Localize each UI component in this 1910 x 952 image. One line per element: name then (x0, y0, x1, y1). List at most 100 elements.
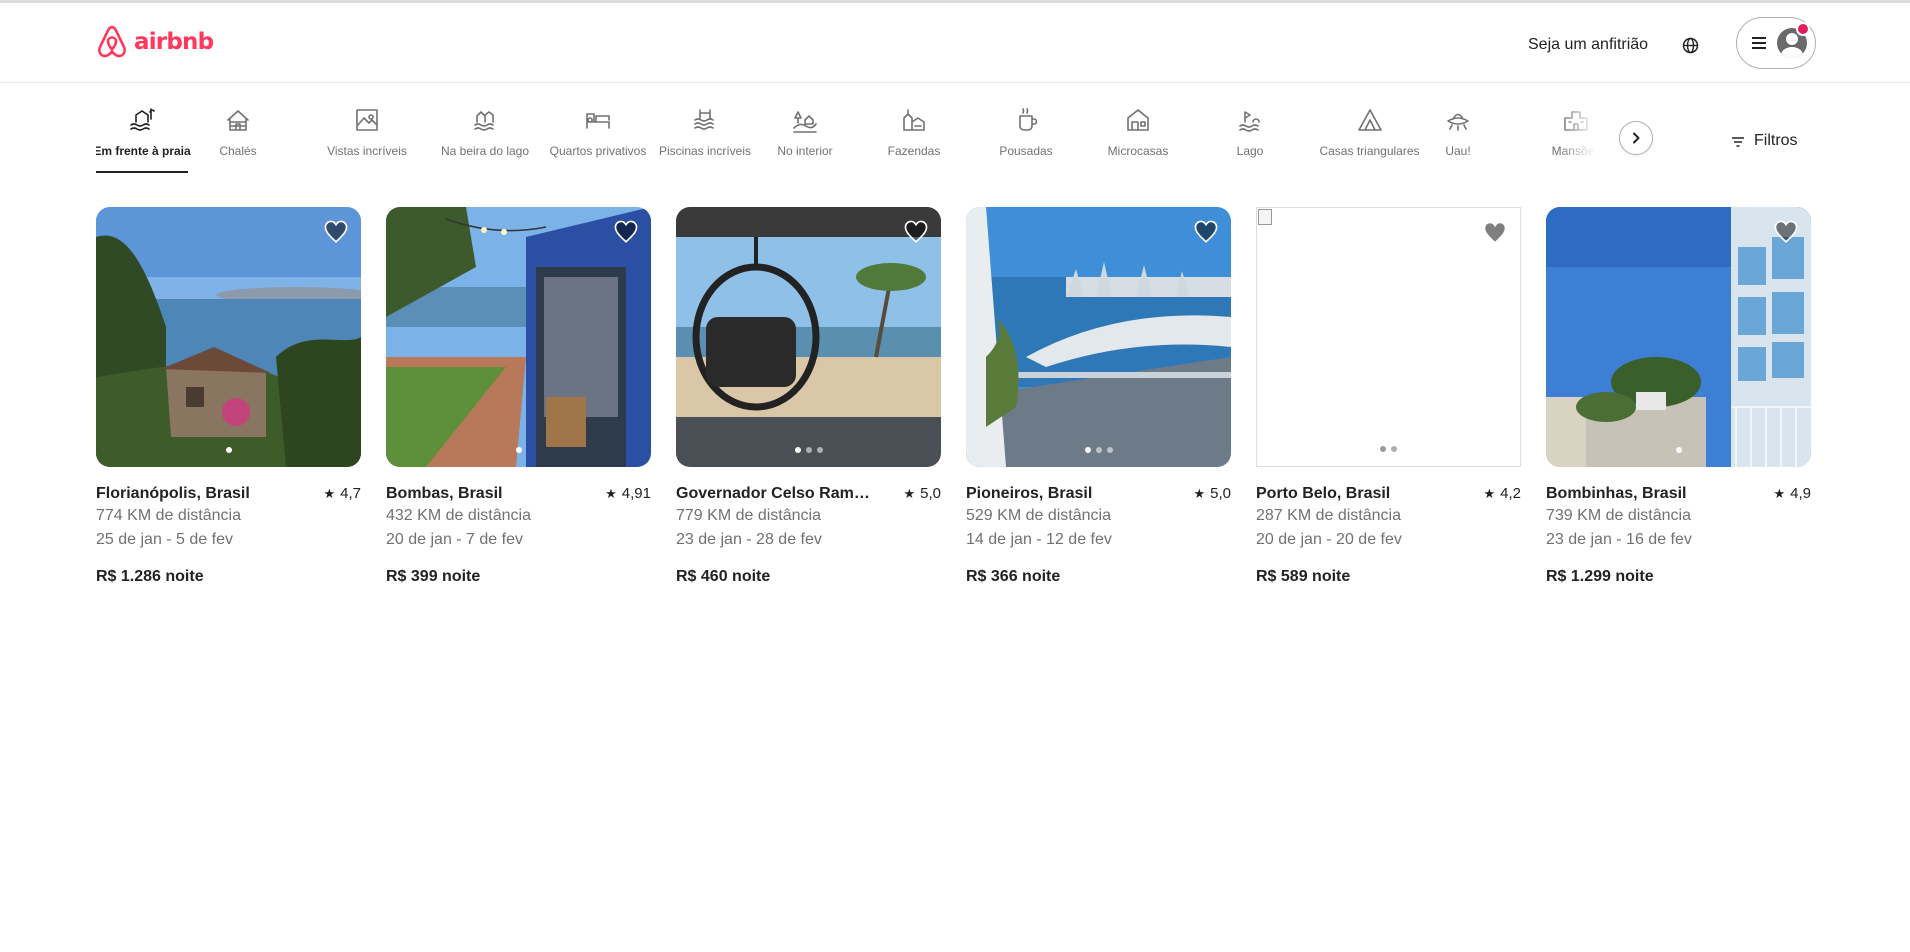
photo-indicator-dot (1095, 447, 1102, 453)
listing-distance: 529 KM de distância (966, 507, 1111, 524)
listing-rating: ★ 4,91 (605, 484, 651, 504)
lake-icon (1239, 111, 1260, 132)
star-icon: ★ (323, 486, 336, 501)
listing-dates: 20 de jan - 7 de fev (386, 531, 523, 548)
category-label: Fazendas (887, 144, 941, 158)
photo-indicator-dot (816, 447, 823, 453)
listing-card[interactable]: Governador Celso Ramo... ★ 5,0 779 KM de… (676, 207, 941, 586)
listing-price: R$ 1.299 noite (1546, 568, 1654, 585)
become-host-link[interactable]: Seja um anfitrião (1522, 29, 1654, 61)
category-cabin[interactable]: Chalés (208, 100, 268, 180)
lakefront-icon (474, 111, 494, 131)
category-label: Uau! (1445, 144, 1471, 158)
photo-indicators (676, 447, 941, 453)
listing-price: R$ 460 noite (676, 568, 771, 585)
favorite-heart-icon[interactable] (903, 219, 929, 245)
listing-photo-carousel[interactable] (96, 207, 361, 467)
favorite-heart-icon[interactable] (323, 219, 349, 245)
category-private-room[interactable]: Quartos privativos (549, 100, 647, 180)
listing-photo (96, 207, 361, 467)
listing-info: Bombas, Brasil ★ 4,91 432 KM de distânci… (386, 484, 651, 586)
listing-title: Bombas, Brasil (386, 485, 503, 502)
listing-distance: 739 KM de distância (1546, 507, 1691, 524)
rating-value: 4,91 (621, 485, 651, 502)
photo-indicator-dot (515, 447, 522, 453)
rating-value: 5,0 (1210, 485, 1231, 502)
photo-indicator-dot (225, 447, 232, 453)
listing-rating: ★ 5,0 (1193, 484, 1231, 504)
photo-indicator-dot (1380, 446, 1386, 452)
listing-card[interactable]: Florianópolis, Brasil ★ 4,7 774 KM de di… (96, 207, 361, 586)
listing-photo-carousel[interactable] (1546, 207, 1811, 467)
omg-ufo-icon (1447, 113, 1469, 131)
favorite-heart-icon[interactable] (1773, 219, 1799, 245)
listing-distance: 287 KM de distância (1256, 507, 1401, 524)
photo-indicator-dot (1675, 447, 1682, 453)
category-beachfront[interactable]: Em frente à praia (96, 100, 191, 180)
beachfront-icon (130, 108, 155, 131)
listing-card[interactable]: Pioneiros, Brasil ★ 5,0 529 KM de distân… (966, 207, 1231, 586)
favorite-heart-icon[interactable] (613, 219, 639, 245)
photo-indicators (96, 447, 361, 453)
category-tiny-home[interactable]: Microcasas (1106, 100, 1170, 180)
listing-dates: 23 de jan - 16 de fev (1546, 531, 1692, 548)
category-label: Na beira do lago (440, 144, 530, 158)
chevron-right-icon (1633, 132, 1640, 144)
category-bed-and-breakfast[interactable]: Pousadas (996, 100, 1056, 180)
category-label: Piscinas incríveis (658, 144, 752, 158)
category-bar: Em frente à praia Chalés Vistas incrívei… (96, 100, 1656, 180)
category-lake[interactable]: Lago (1230, 100, 1270, 180)
filters-button[interactable]: Filtros (1720, 122, 1808, 160)
category-a-frame[interactable]: Casas triangulares (1319, 100, 1420, 180)
notification-badge (1796, 22, 1810, 36)
category-label: Chalés (219, 144, 257, 158)
category-label: Pousadas (999, 144, 1053, 158)
listing-photo-carousel[interactable] (386, 207, 651, 467)
listing-photo-carousel[interactable] (966, 207, 1231, 467)
photo-indicators (966, 447, 1231, 453)
amazing-views-icon (356, 109, 378, 131)
photo-indicator-dot (1106, 447, 1113, 453)
listing-title: Florianópolis, Brasil (96, 485, 250, 502)
rating-value: 5,0 (920, 485, 941, 502)
private-room-icon (586, 113, 610, 129)
category-next-button[interactable] (1619, 121, 1653, 155)
bed-and-breakfast-icon (1019, 108, 1038, 131)
listing-photo-carousel[interactable] (1256, 207, 1521, 467)
listing-dates: 23 de jan - 28 de fev (676, 531, 822, 548)
listing-photo (966, 207, 1231, 467)
listing-price: R$ 589 noite (1256, 568, 1351, 585)
listing-distance: 779 KM de distância (676, 507, 821, 524)
tiny-home-icon (1127, 109, 1149, 131)
listing-title: Porto Belo, Brasil (1256, 485, 1391, 502)
broken-image-icon (1258, 209, 1272, 225)
listing-card[interactable]: Bombas, Brasil ★ 4,91 432 KM de distânci… (386, 207, 651, 586)
listing-dates: 25 de jan - 5 de fev (96, 531, 233, 548)
category-amazing-views[interactable]: Vistas incríveis (322, 100, 412, 180)
listing-photo-carousel[interactable] (676, 207, 941, 467)
listing-photo (1546, 207, 1811, 467)
favorite-heart-icon[interactable] (1482, 220, 1508, 246)
language-button[interactable] (1674, 29, 1706, 61)
listing-dates: 14 de jan - 12 de fev (966, 531, 1112, 548)
listing-card[interactable]: Porto Belo, Brasil ★ 4,2 287 KM de distâ… (1256, 207, 1521, 586)
listing-price: R$ 366 noite (966, 568, 1061, 585)
category-countryside[interactable]: No interior (773, 100, 837, 180)
farm-icon (903, 109, 925, 131)
listing-rating: ★ 4,9 (1773, 484, 1811, 504)
category-label: Casas triangulares (1319, 144, 1420, 158)
listing-info: Pioneiros, Brasil ★ 5,0 529 KM de distân… (966, 484, 1231, 586)
active-category-underline (96, 171, 188, 173)
category-farm[interactable]: Fazendas (884, 100, 944, 180)
airbnb-logo[interactable]: airbnb (96, 25, 214, 59)
star-icon: ★ (605, 486, 617, 501)
listing-rating: ★ 4,2 (1483, 484, 1521, 504)
listing-card[interactable]: Bombinhas, Brasil ★ 4,9 739 KM de distân… (1546, 207, 1811, 586)
star-icon: ★ (1193, 486, 1206, 501)
category-omg-ufo[interactable]: Uau! (1438, 100, 1478, 180)
listing-rating: ★ 5,0 (903, 484, 941, 504)
category-amazing-pools[interactable]: Piscinas incríveis (658, 100, 752, 180)
category-lakefront[interactable]: Na beira do lago (440, 100, 530, 180)
listing-dates: 20 de jan - 20 de fev (1256, 531, 1402, 548)
favorite-heart-icon[interactable] (1193, 219, 1219, 245)
